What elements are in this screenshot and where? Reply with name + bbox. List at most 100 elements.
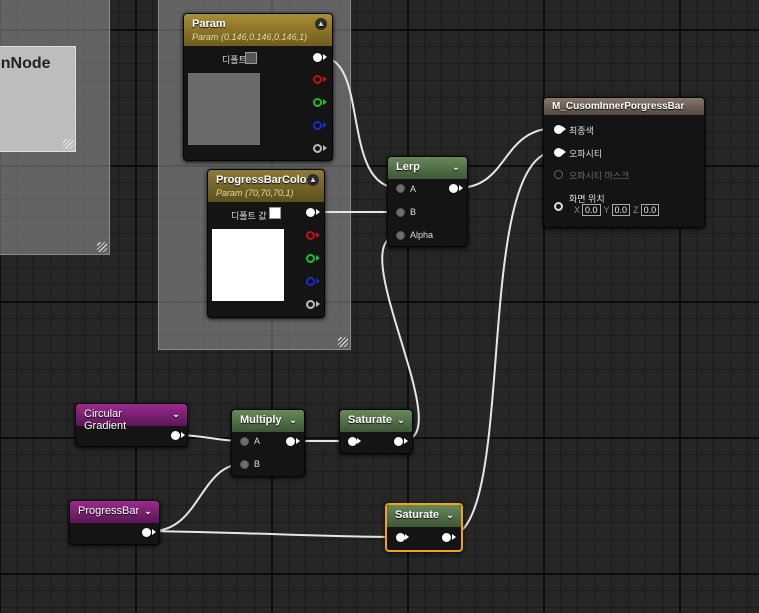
pin-arrow-icon xyxy=(152,529,156,535)
saturate-2-input-pin[interactable] xyxy=(396,533,405,542)
screen-position-y-input[interactable]: 0.0 xyxy=(611,204,631,216)
param-output-r-pin[interactable] xyxy=(313,75,322,84)
pbcolor-output-rgba-pin[interactable] xyxy=(306,208,315,217)
pbcolor-output-r-pin[interactable] xyxy=(306,231,315,240)
saturate-node-2-selected[interactable]: Saturate ⌄ xyxy=(385,503,463,552)
pin-arrow-icon xyxy=(323,54,327,60)
pin-arrow-icon xyxy=(323,122,327,128)
param-output-g-pin[interactable] xyxy=(313,98,322,107)
param-output-a-pin[interactable] xyxy=(313,144,322,153)
param-output-b-pin[interactable] xyxy=(313,121,322,130)
resize-handle[interactable] xyxy=(97,242,107,252)
pin-arrow-icon xyxy=(323,99,327,105)
pin-arrow-icon xyxy=(296,438,300,444)
param-node[interactable]: Param Param (0.146,0.146,0.146,1) ▲ 디폴트 … xyxy=(183,13,333,161)
lerp-output-pin[interactable] xyxy=(449,184,458,193)
param-output-rgba-pin[interactable] xyxy=(313,53,322,62)
progress-bar-node[interactable]: ProgressBar ⌄ xyxy=(69,500,160,545)
wire-lerp-to-result-final xyxy=(456,127,558,189)
result-final-color-label: 최종색 xyxy=(569,126,594,136)
z-axis-label: Z xyxy=(633,205,639,215)
lerp-node[interactable]: Lerp ⌄ A B Alpha xyxy=(387,156,468,247)
lerp-input-b-label: B xyxy=(410,207,417,217)
pin-arrow-icon xyxy=(405,534,409,540)
wire-progressbar-to-multiply-b xyxy=(151,463,244,532)
saturate-1-output-pin[interactable] xyxy=(394,437,403,446)
saturate-1-header[interactable]: Saturate ⌄ xyxy=(340,410,412,432)
pin-arrow-icon xyxy=(404,438,408,444)
pin-arrow-icon xyxy=(452,534,456,540)
multiply-node[interactable]: Multiply ⌄ A B xyxy=(231,409,305,477)
wire-progressbar-to-saturate2 xyxy=(151,530,400,538)
progress-bar-output-pin[interactable] xyxy=(142,528,151,537)
multiply-header[interactable]: Multiply ⌄ xyxy=(232,410,304,432)
resize-handle[interactable] xyxy=(63,139,73,149)
progress-bar-color-header[interactable]: ProgressBarColor Param (70,70,70,1) ▲ xyxy=(208,170,324,202)
lerp-input-alpha-pin[interactable] xyxy=(396,231,405,240)
param-default-color-box[interactable] xyxy=(245,52,257,64)
progress-bar-color-title: ProgressBarColor xyxy=(216,174,311,186)
result-opacity-mask-label: 오파시티 마스크 xyxy=(569,171,630,181)
chevron-down-icon[interactable]: ⌄ xyxy=(450,161,462,173)
circular-gradient-header[interactable]: Circular Gradient ⌄ xyxy=(76,404,187,432)
progress-bar-color-default-box[interactable] xyxy=(269,207,281,219)
chevron-down-icon[interactable]: ⌄ xyxy=(142,505,154,517)
saturate-1-input-pin[interactable] xyxy=(348,437,357,446)
pin-arrow-icon xyxy=(316,232,320,238)
param-node-header[interactable]: Param Param (0.146,0.146,0.146,1) ▲ xyxy=(184,14,332,46)
pin-arrow-icon xyxy=(323,145,327,151)
lerp-title: Lerp xyxy=(396,161,420,173)
collapse-chevron-icon[interactable]: ▲ xyxy=(307,174,319,186)
multiply-input-b-label: B xyxy=(254,459,261,469)
pin-arrow-icon xyxy=(562,149,566,155)
lerp-input-alpha-label: Alpha xyxy=(410,230,434,240)
progress-bar-color-node[interactable]: ProgressBarColor Param (70,70,70,1) ▲ 디폴… xyxy=(207,169,325,318)
collapse-chevron-icon[interactable]: ▲ xyxy=(315,18,327,30)
multiply-input-b-pin[interactable] xyxy=(240,460,249,469)
pin-arrow-icon xyxy=(459,185,463,191)
chevron-down-icon[interactable]: ⌄ xyxy=(395,414,407,426)
material-result-node[interactable]: M_CusomInnerPorgressBar 최종색 오파시티 오파시티 마스… xyxy=(543,97,705,228)
param-node-subtitle: Param (0.146,0.146,0.146,1) xyxy=(192,32,308,42)
saturate-2-output-pin[interactable] xyxy=(442,533,451,542)
circular-gradient-node[interactable]: Circular Gradient ⌄ xyxy=(75,403,188,447)
pbcolor-output-g-pin[interactable] xyxy=(306,254,315,263)
y-axis-label: Y xyxy=(603,205,610,215)
pin-arrow-icon xyxy=(562,126,566,132)
progress-bar-color-default-label: 디폴트 값 xyxy=(231,211,267,221)
progress-bar-color-preview xyxy=(212,229,284,301)
chevron-down-icon[interactable]: ⌄ xyxy=(287,414,299,426)
progress-bar-title: ProgressBar xyxy=(78,505,140,517)
progress-bar-header[interactable]: ProgressBar ⌄ xyxy=(70,501,159,523)
pbcolor-output-b-pin[interactable] xyxy=(306,277,315,286)
result-opacity-mask-pin[interactable] xyxy=(554,170,563,179)
screen-position-x-input[interactable]: 0.0 xyxy=(582,204,601,216)
comment-title-onnode[interactable]: onNode xyxy=(0,46,76,152)
pin-arrow-icon xyxy=(357,438,361,444)
saturate-2-title: Saturate xyxy=(395,509,440,521)
comment-title-text: onNode xyxy=(0,55,51,72)
pin-arrow-icon xyxy=(316,301,320,307)
saturate-node-1[interactable]: Saturate ⌄ xyxy=(339,409,413,454)
circular-gradient-output-pin[interactable] xyxy=(171,431,180,440)
screen-position-z-input[interactable]: 0.0 xyxy=(640,204,660,216)
multiply-input-a-pin[interactable] xyxy=(240,437,249,446)
pin-arrow-icon xyxy=(323,76,327,82)
multiply-output-pin[interactable] xyxy=(286,437,295,446)
chevron-down-icon[interactable]: ⌄ xyxy=(444,509,456,521)
lerp-header[interactable]: Lerp ⌄ xyxy=(388,157,467,179)
multiply-input-a-label: A xyxy=(254,436,261,446)
screen-position-fields: X 0.0 Y 0.0 Z 0.0 xyxy=(574,204,662,216)
lerp-input-a-pin[interactable] xyxy=(396,184,405,193)
resize-handle[interactable] xyxy=(338,337,348,347)
chevron-down-icon[interactable]: ⌄ xyxy=(170,408,182,420)
pbcolor-output-a-pin[interactable] xyxy=(306,300,315,309)
result-screen-position-pin[interactable] xyxy=(554,202,563,211)
pin-arrow-icon xyxy=(316,255,320,261)
material-result-title: M_CusomInnerPorgressBar xyxy=(552,101,685,112)
pin-arrow-icon xyxy=(316,278,320,284)
material-result-header[interactable]: M_CusomInnerPorgressBar xyxy=(544,98,704,115)
pin-arrow-icon xyxy=(316,209,320,215)
lerp-input-b-pin[interactable] xyxy=(396,208,405,217)
saturate-2-header[interactable]: Saturate ⌄ xyxy=(387,505,461,527)
